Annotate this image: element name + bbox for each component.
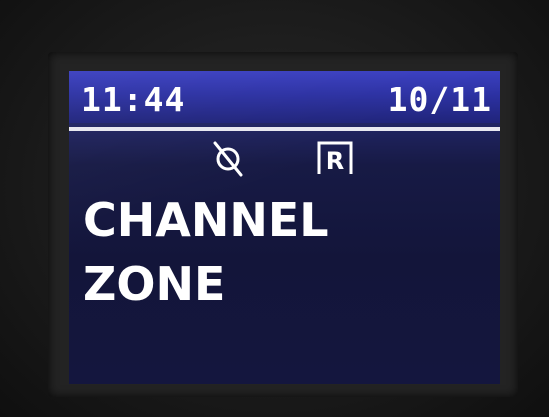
clock-date: 10/11 — [387, 80, 492, 119]
status-divider — [69, 127, 500, 131]
no-alert-icon — [209, 137, 249, 177]
repeater-r-icon: R — [315, 140, 355, 180]
display-line-zone: ZONE — [83, 257, 226, 311]
display-line-channel: CHANNEL — [83, 193, 329, 247]
svg-text:R: R — [326, 147, 344, 175]
status-bar: 11:44 10/11 — [69, 71, 500, 123]
radio-housing: 11:44 10/11 R CHANNEL ZONE — [0, 0, 549, 417]
clock-time: 11:44 — [81, 80, 186, 119]
lcd-screen: 11:44 10/11 R CHANNEL ZONE — [69, 71, 500, 384]
